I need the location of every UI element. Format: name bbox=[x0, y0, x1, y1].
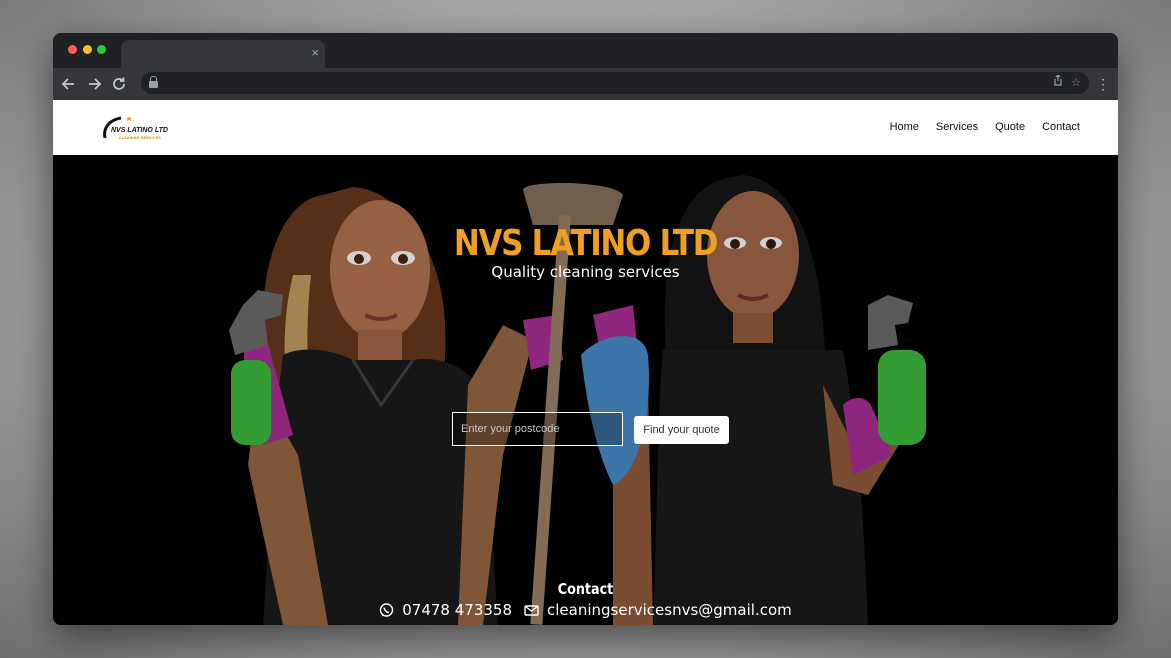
nav-home[interactable]: Home bbox=[890, 120, 919, 134]
browser-window: × ☆ ⋮ NVS LATINO LTD CLEANING SERVICES H… bbox=[53, 33, 1118, 625]
nav-contact[interactable]: Contact bbox=[1042, 120, 1080, 134]
logo[interactable]: NVS LATINO LTD CLEANING SERVICES bbox=[101, 110, 171, 146]
browser-toolbar: ☆ ⋮ bbox=[53, 68, 1118, 100]
arrow-right-icon[interactable] bbox=[84, 74, 104, 94]
envelope-icon bbox=[524, 603, 539, 618]
tab-close-icon[interactable]: × bbox=[311, 45, 319, 61]
postcode-input[interactable] bbox=[452, 412, 623, 446]
contact-heading: Contact bbox=[557, 580, 614, 598]
kebab-menu-icon[interactable]: ⋮ bbox=[1096, 74, 1110, 94]
whatsapp-icon bbox=[379, 602, 394, 618]
site-header: NVS LATINO LTD CLEANING SERVICES Home Se… bbox=[53, 100, 1118, 155]
arrow-left-icon[interactable] bbox=[59, 74, 79, 94]
close-window-button[interactable] bbox=[68, 45, 77, 54]
main-nav: Home Services Quote Contact bbox=[890, 120, 1080, 134]
maximize-window-button[interactable] bbox=[97, 45, 106, 54]
contact-phone[interactable]: 07478 473358 bbox=[402, 601, 512, 619]
tab-strip: × bbox=[53, 33, 1118, 68]
contact-row: 07478 473358 cleaningservicesnvs@gmail.c… bbox=[53, 601, 1118, 619]
hero-subtitle: Quality cleaning services bbox=[491, 263, 680, 281]
reload-icon[interactable] bbox=[109, 74, 129, 94]
logo-text: NVS LATINO LTD bbox=[111, 127, 168, 134]
page-viewport: NVS LATINO LTD CLEANING SERVICES Home Se… bbox=[53, 100, 1118, 625]
find-quote-button[interactable]: Find your quote bbox=[634, 416, 729, 444]
logo-subtext: CLEANING SERVICES bbox=[119, 136, 161, 140]
browser-tab[interactable]: × bbox=[121, 40, 325, 68]
minimize-window-button[interactable] bbox=[83, 45, 92, 54]
address-bar[interactable]: ☆ bbox=[141, 72, 1089, 94]
star-icon[interactable]: ☆ bbox=[1071, 75, 1081, 91]
nav-services[interactable]: Services bbox=[936, 120, 978, 134]
share-icon[interactable] bbox=[1053, 74, 1063, 91]
hero-title: NVS LATINO LTD bbox=[453, 223, 719, 264]
nav-quote[interactable]: Quote bbox=[995, 120, 1025, 134]
hero-section: NVS LATINO LTD Quality cleaning services… bbox=[53, 155, 1118, 625]
lock-icon bbox=[149, 76, 158, 89]
contact-email[interactable]: cleaningservicesnvs@gmail.com bbox=[547, 601, 792, 619]
